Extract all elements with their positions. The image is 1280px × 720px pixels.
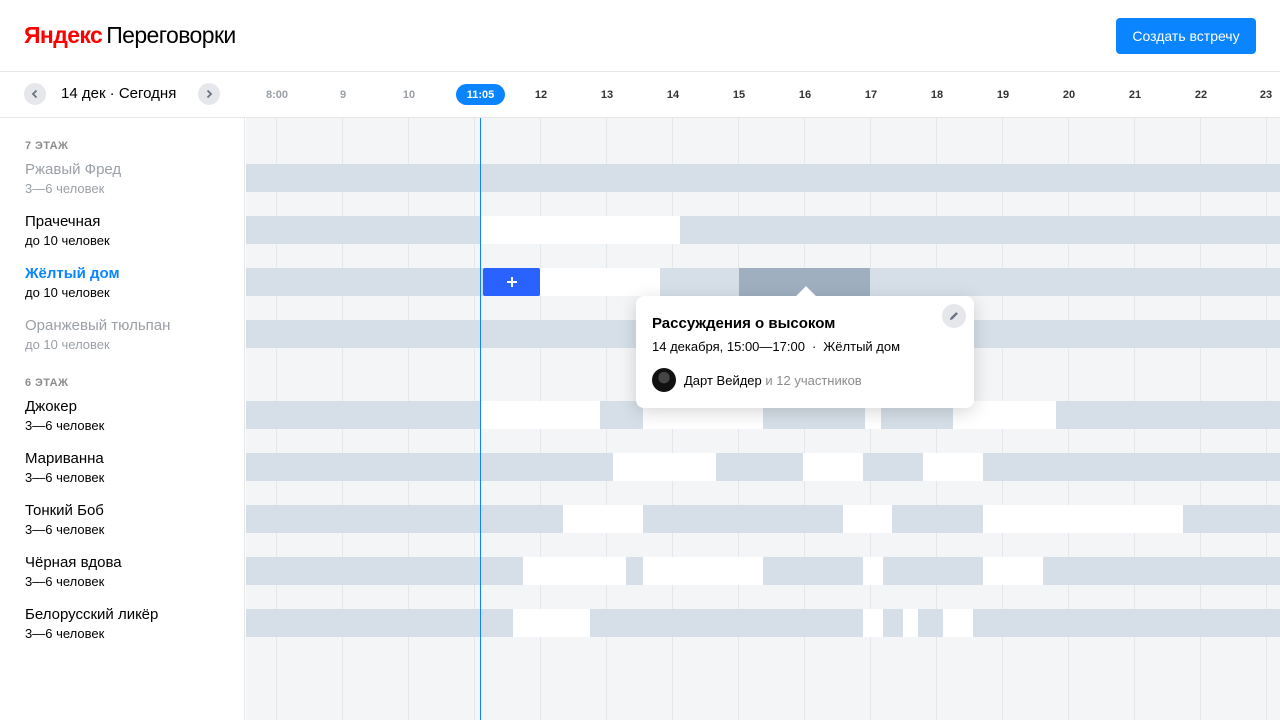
meeting-details-popup: Рассуждения о высоком 14 декабря, 15:00—… xyxy=(636,286,974,408)
room-name: Жёлтый дом xyxy=(25,265,120,282)
meeting-datetime: 14 декабря, 15:00—17:00 xyxy=(652,339,805,354)
pencil-icon xyxy=(950,312,958,320)
logo-brand: Яндекс xyxy=(24,22,103,48)
room-capacity: 3—6 человек xyxy=(25,418,105,433)
room-capacity: 3—6 человек xyxy=(25,522,105,537)
hour-label: 19 xyxy=(996,89,1010,101)
room-item[interactable]: Ржавый Фред 3—6 человек xyxy=(25,161,235,197)
organizer-avatar xyxy=(652,368,676,392)
hour-label: 9 xyxy=(339,89,347,101)
free-slot[interactable] xyxy=(563,505,643,533)
hour-label: 10 xyxy=(402,89,416,101)
previous-day-button[interactable] xyxy=(24,83,46,105)
room-item[interactable]: Прачечная до 10 человек xyxy=(25,213,235,249)
hour-label: 14 xyxy=(666,89,680,101)
room-name: Чёрная вдова xyxy=(25,554,122,571)
free-slot[interactable] xyxy=(513,609,590,637)
room-item[interactable]: Оранжевый тюльпан до 10 человек xyxy=(25,317,235,353)
free-slot[interactable] xyxy=(481,216,680,244)
chevron-right-icon xyxy=(206,89,213,99)
free-slot[interactable] xyxy=(523,557,626,585)
free-slot[interactable] xyxy=(983,557,1043,585)
create-meeting-button[interactable]: Создать встречу xyxy=(1116,18,1256,54)
hour-label: 17 xyxy=(864,89,878,101)
room-name: Белорусский ликёр xyxy=(25,606,159,623)
free-slot[interactable] xyxy=(863,557,883,585)
room-name: Мариванна xyxy=(25,450,104,467)
floor-label: 6 ЭТАЖ xyxy=(25,377,69,389)
room-item[interactable]: Белорусский ликёр 3—6 человек xyxy=(25,606,235,642)
room-item[interactable]: Джокер 3—6 человек xyxy=(25,398,235,434)
room-name: Ржавый Фред xyxy=(25,161,122,178)
next-day-button[interactable] xyxy=(198,83,220,105)
room-timeline-row xyxy=(246,164,1280,192)
plus-icon xyxy=(506,277,517,287)
free-slot[interactable] xyxy=(943,609,973,637)
hour-label: 18 xyxy=(930,89,944,101)
room-item[interactable]: Чёрная вдова 3—6 человек xyxy=(25,554,235,590)
current-time-line xyxy=(480,118,481,720)
room-timeline-row xyxy=(246,453,1280,481)
app-logo[interactable]: Яндекс Переговорки xyxy=(24,22,236,50)
room-capacity: 3—6 человек xyxy=(25,626,105,641)
free-slot[interactable] xyxy=(843,505,892,533)
room-name: Джокер xyxy=(25,398,77,415)
hour-label: 23 xyxy=(1259,89,1273,101)
room-timeline-row xyxy=(246,216,1280,244)
meta-separator: · xyxy=(811,339,817,354)
free-slot[interactable] xyxy=(643,557,763,585)
room-capacity: до 10 человек xyxy=(25,285,110,300)
logo-product: Переговорки xyxy=(106,22,236,48)
room-capacity: 3—6 человек xyxy=(25,181,105,196)
room-item[interactable]: Жёлтый дом до 10 человек xyxy=(25,265,235,301)
room-capacity: до 10 человек xyxy=(25,337,110,352)
hour-label: 16 xyxy=(798,89,812,101)
timeline-header: 14 дек · Сегодня 8:00 9 10 11:05 12 13 1… xyxy=(0,72,1280,118)
meeting-room: Жёлтый дом xyxy=(823,339,901,354)
free-slot[interactable] xyxy=(803,453,863,481)
room-name: Прачечная xyxy=(25,213,101,230)
hour-label: 20 xyxy=(1062,89,1076,101)
free-slot[interactable] xyxy=(903,609,918,637)
free-slot[interactable] xyxy=(540,268,660,296)
edit-meeting-button[interactable] xyxy=(942,304,966,328)
app-header: Яндекс Переговорки Создать встречу xyxy=(0,0,1280,72)
floor-label: 7 ЭТАЖ xyxy=(25,140,69,152)
meeting-title: Рассуждения о высоком xyxy=(652,315,836,332)
free-slot[interactable] xyxy=(863,609,883,637)
meeting-meta: 14 декабря, 15:00—17:00 · Жёлтый дом xyxy=(652,339,900,354)
rooms-sidebar: 7 ЭТАЖ Ржавый Фред 3—6 человек Прачечная… xyxy=(0,118,245,720)
room-capacity: до 10 человек xyxy=(25,233,110,248)
add-meeting-button[interactable] xyxy=(483,268,540,296)
hour-label: 12 xyxy=(534,89,548,101)
current-time-badge: 11:05 xyxy=(456,84,505,105)
meeting-participants: Дарт Вейдер и 12 участников xyxy=(684,373,862,388)
free-slot[interactable] xyxy=(481,401,600,429)
room-timeline-row xyxy=(246,557,1280,585)
hour-label: 13 xyxy=(600,89,614,101)
chevron-left-icon xyxy=(31,89,38,99)
room-name: Тонкий Боб xyxy=(25,502,104,519)
room-item[interactable]: Тонкий Боб 3—6 человек xyxy=(25,502,235,538)
schedule-grid xyxy=(246,118,1280,720)
hour-label: 8:00 xyxy=(265,89,289,101)
room-capacity: 3—6 человек xyxy=(25,470,105,485)
hour-label: 22 xyxy=(1194,89,1208,101)
room-capacity: 3—6 человек xyxy=(25,574,105,589)
hour-label: 21 xyxy=(1128,89,1142,101)
current-date: 14 дек · Сегодня xyxy=(61,85,177,102)
free-slot[interactable] xyxy=(923,453,983,481)
free-slot[interactable] xyxy=(613,453,716,481)
room-timeline-row xyxy=(246,609,1280,637)
participants-count[interactable]: и 12 участников xyxy=(765,373,861,388)
room-name: Оранжевый тюльпан xyxy=(25,317,171,334)
free-slot[interactable] xyxy=(983,505,1183,533)
room-item[interactable]: Мариванна 3—6 человек xyxy=(25,450,235,486)
hour-label: 15 xyxy=(732,89,746,101)
organizer-name[interactable]: Дарт Вейдер xyxy=(684,373,762,388)
